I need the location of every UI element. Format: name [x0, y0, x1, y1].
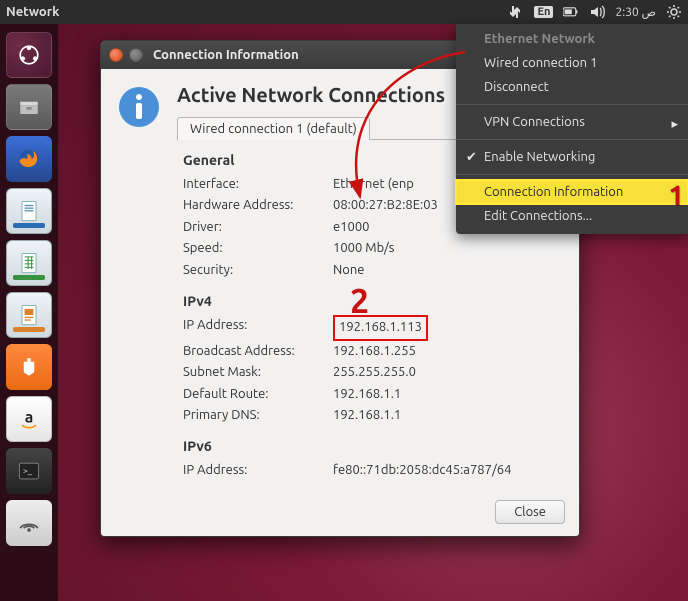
launcher-files-icon[interactable]: [6, 84, 52, 130]
tab-wired-connection[interactable]: Wired connection 1 (default): [177, 117, 370, 140]
value-security: None: [333, 260, 561, 281]
window-close-icon[interactable]: [109, 48, 123, 62]
window-minimize-icon[interactable]: [129, 48, 143, 62]
volume-icon[interactable]: [589, 4, 605, 20]
launcher-terminal-icon[interactable]: >_: [6, 448, 52, 494]
label-interface: Interface:: [183, 174, 333, 195]
label-ipv4-mask: Subnet Mask:: [183, 362, 333, 383]
label-ipv4-dns: Primary DNS:: [183, 405, 333, 426]
battery-icon[interactable]: [563, 4, 579, 20]
menu-separator: [456, 104, 688, 105]
unity-launcher: a >_: [0, 24, 58, 601]
value-ipv4-dns: 192.168.1.1: [333, 405, 561, 426]
top-panel: Network En ص 2:30: [0, 0, 688, 24]
clock[interactable]: ص 2:30: [615, 5, 656, 19]
menu-wired-connection[interactable]: Wired connection 1: [456, 51, 688, 75]
menu-separator: [456, 139, 688, 140]
launcher-software-icon[interactable]: [6, 344, 52, 390]
dialog-title: Connection Information: [153, 48, 299, 62]
chevron-right-icon: ▸: [671, 117, 678, 132]
label-ipv6-ip: IP Address:: [183, 460, 333, 481]
label-hwaddr: Hardware Address:: [183, 195, 333, 216]
close-button[interactable]: Close: [495, 500, 565, 524]
menu-connection-information[interactable]: Connection Information 1: [456, 180, 688, 204]
svg-text:a: a: [25, 408, 34, 426]
info-icon: [115, 83, 163, 131]
value-ipv4-mask: 255.255.255.0: [333, 362, 561, 383]
gear-icon[interactable]: [666, 4, 682, 20]
label-security: Security:: [183, 260, 333, 281]
menu-enable-networking[interactable]: ✔ Enable Networking: [456, 145, 688, 169]
launcher-writer-icon[interactable]: [6, 188, 52, 234]
value-ipv4-bcast: 192.168.1.255: [333, 341, 561, 362]
checkmark-icon: ✔: [466, 150, 477, 165]
section-ipv4: IPv4: [183, 293, 561, 309]
launcher-dash-icon[interactable]: [6, 32, 52, 78]
value-ipv6-ip: fe80::71db:2058:dc45:a787/64: [333, 460, 561, 481]
panel-app-title: Network: [6, 5, 59, 19]
launcher-impress-icon[interactable]: [6, 292, 52, 338]
value-ipv4-ip: 192.168.1.113: [333, 315, 428, 340]
svg-text:>_: >_: [23, 466, 33, 476]
launcher-amazon-icon[interactable]: a: [6, 396, 52, 442]
label-driver: Driver:: [183, 217, 333, 238]
system-tray: En ص 2:30: [508, 4, 682, 20]
launcher-network-icon[interactable]: [6, 500, 52, 546]
section-ipv6: IPv6: [183, 438, 561, 454]
keyboard-layout-indicator[interactable]: En: [534, 6, 553, 18]
value-speed: 1000 Mb/s: [333, 238, 561, 259]
label-ipv4-bcast: Broadcast Address:: [183, 341, 333, 362]
menu-header-ethernet: Ethernet Network: [456, 30, 688, 51]
launcher-firefox-icon[interactable]: [6, 136, 52, 182]
label-speed: Speed:: [183, 238, 333, 259]
network-indicator-icon[interactable]: [508, 4, 524, 20]
menu-edit-connections[interactable]: Edit Connections...: [456, 204, 688, 228]
label-ipv4-route: Default Route:: [183, 384, 333, 405]
menu-separator: [456, 174, 688, 175]
menu-vpn[interactable]: VPN Connections ▸: [456, 110, 688, 134]
network-menu: Ethernet Network Wired connection 1 Disc…: [456, 24, 688, 234]
value-ipv4-route: 192.168.1.1: [333, 384, 561, 405]
menu-disconnect[interactable]: Disconnect: [456, 75, 688, 99]
label-ipv4-ip: IP Address:: [183, 315, 333, 340]
launcher-calc-icon[interactable]: [6, 240, 52, 286]
